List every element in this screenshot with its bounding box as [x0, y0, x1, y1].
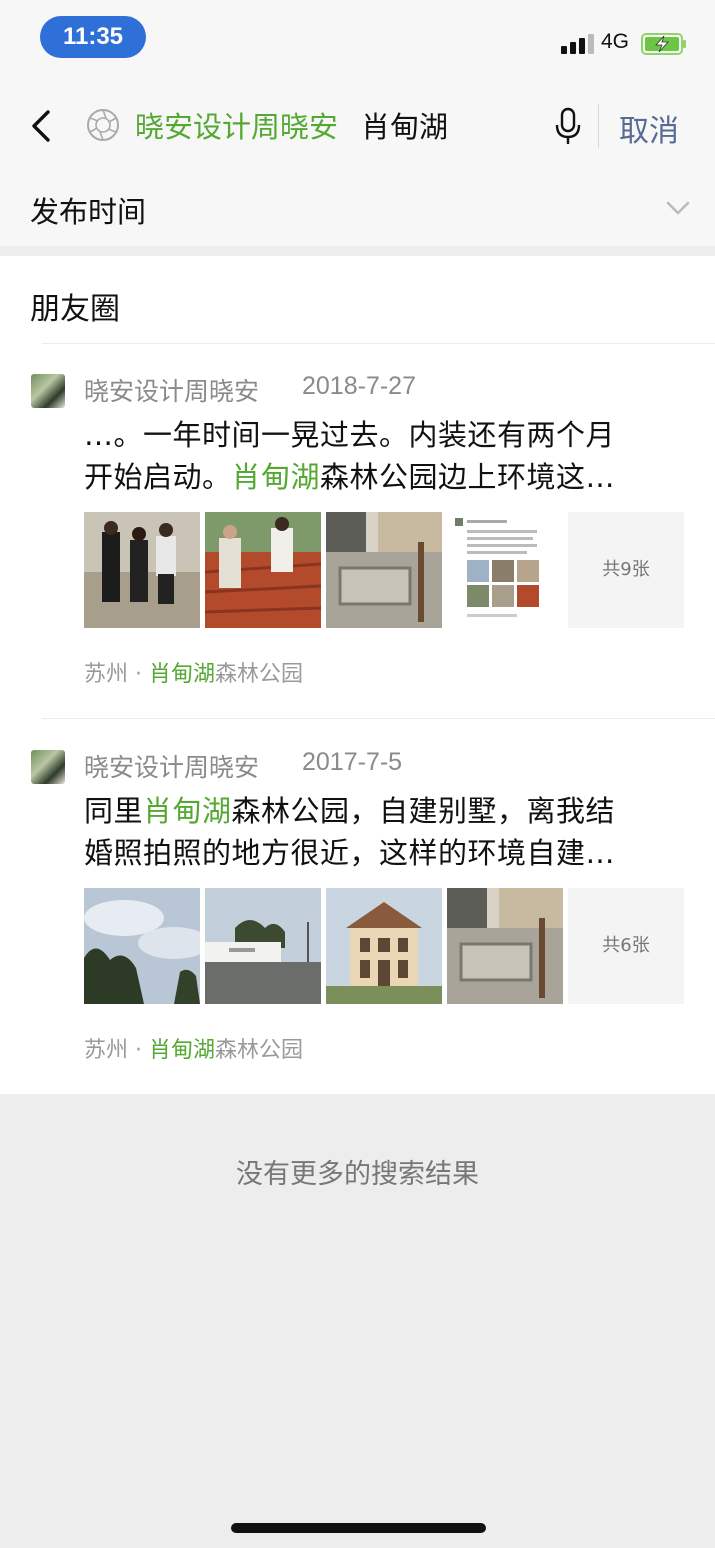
section-title: 朋友圈 [30, 292, 120, 327]
post-author: 晓安设计周晓安 [84, 377, 260, 406]
keyword-highlight: 肖甸湖 [148, 662, 215, 687]
photo-thumbnail[interactable] [326, 512, 442, 628]
keyword-highlight: 肖甸湖 [231, 460, 321, 494]
search-author-tag[interactable]: 晓安设计周晓安 [135, 104, 338, 146]
keyword-highlight: 肖甸湖 [148, 1038, 215, 1063]
photo-thumbnail[interactable] [447, 512, 563, 628]
post-text-line: …。一年时间一晃过去。内装还有两个月 [84, 418, 616, 452]
battery-charging-icon [641, 33, 686, 55]
post-date: 2018-7-27 [302, 372, 416, 400]
post-location[interactable]: 苏州 · 肖甸湖森林公园 [84, 1032, 303, 1064]
microphone-icon[interactable] [552, 106, 584, 146]
search-input[interactable]: 肖甸湖 [361, 104, 448, 146]
status-bar: 11:35 4G [0, 0, 715, 80]
photo-thumbnail[interactable] [205, 888, 321, 1004]
network-label: 4G [601, 30, 630, 53]
status-time: 11:35 [40, 16, 146, 58]
avatar[interactable] [31, 374, 65, 408]
photo-thumbnail[interactable] [447, 888, 563, 1004]
no-more-results: 没有更多的搜索结果 [236, 1159, 479, 1190]
cancel-button[interactable]: 取消 [619, 106, 679, 150]
post-divider [42, 718, 715, 719]
post-text-line: 同里肖甸湖森林公园，自建别墅，离我结 [84, 794, 616, 828]
photo-thumbnail[interactable] [205, 512, 321, 628]
more-images-tile[interactable]: 共6张 [568, 888, 684, 1004]
signal-icon [561, 32, 595, 54]
avatar[interactable] [31, 750, 65, 784]
search-bar: 晓安设计周晓安 肖甸湖 取消 [0, 80, 715, 172]
photo-thumbnail[interactable] [326, 888, 442, 1004]
publish-time-filter[interactable]: 发布时间 [0, 172, 715, 246]
post-location[interactable]: 苏州 · 肖甸湖森林公园 [84, 656, 303, 688]
more-images-tile[interactable]: 共9张 [568, 512, 684, 628]
post-text: 同里肖甸湖森林公园，自建别墅，离我结 婚照拍照的地方很近，这样的环境自建… [84, 790, 684, 874]
post-text-line: 开始启动。肖甸湖森林公园边上环境这… [84, 460, 616, 494]
home-indicator[interactable] [231, 1523, 486, 1533]
moments-aperture-icon [87, 109, 119, 141]
results-panel: 朋友圈 晓安设计周晓安 2018-7-27 …。一年时间一晃过去。内装还有两个月… [0, 256, 715, 1094]
moment-post[interactable]: 晓安设计周晓安 2018-7-27 …。一年时间一晃过去。内装还有两个月 开始启… [0, 372, 715, 734]
search-divider [598, 104, 599, 148]
chevron-down-icon [666, 201, 690, 215]
photo-thumbnail[interactable] [84, 888, 200, 1004]
post-text: …。一年时间一晃过去。内装还有两个月 开始启动。肖甸湖森林公园边上环境这… [84, 414, 684, 498]
post-date: 2017-7-5 [302, 748, 403, 776]
post-author: 晓安设计周晓安 [84, 753, 260, 782]
back-arrow-icon[interactable] [22, 104, 62, 148]
moment-post[interactable]: 晓安设计周晓安 2017-7-5 同里肖甸湖森林公园，自建别墅，离我结 婚照拍照… [0, 748, 715, 1110]
filter-label: 发布时间 [30, 195, 147, 229]
image-grid: 共6张 [84, 888, 684, 1004]
image-grid: 共9张 [84, 512, 684, 628]
photo-thumbnail[interactable] [84, 512, 200, 628]
keyword-highlight: 肖甸湖 [143, 794, 232, 828]
post-text-line: 婚照拍照的地方很近，这样的环境自建… [84, 836, 616, 870]
section-divider [42, 343, 715, 344]
